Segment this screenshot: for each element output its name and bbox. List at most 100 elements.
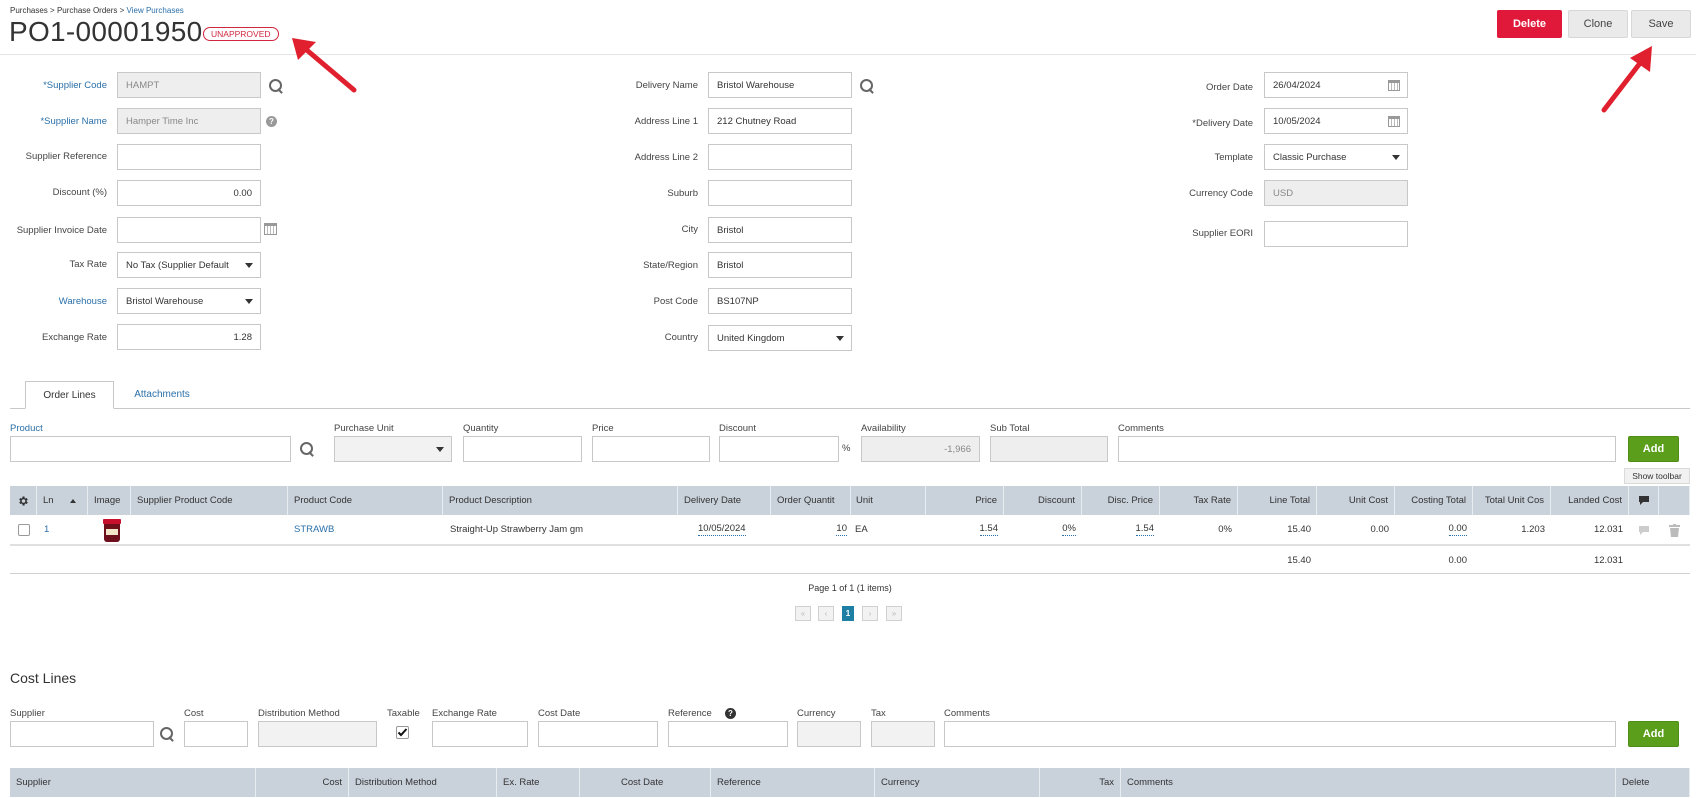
cost-col-cost-date[interactable]: Cost Date: [580, 768, 711, 797]
row-delete-icon[interactable]: [1669, 524, 1680, 540]
col-header-image[interactable]: Image: [88, 486, 131, 515]
address-line-1-field[interactable]: 212 Chutney Road: [708, 108, 852, 134]
col-header-line-total[interactable]: Line Total: [1238, 486, 1317, 515]
state-region-field[interactable]: Bristol: [708, 252, 852, 278]
row-discount[interactable]: 0%: [1004, 515, 1076, 544]
col-header-tax-rate[interactable]: Tax Rate: [1160, 486, 1238, 515]
row-price[interactable]: 1.54: [926, 515, 998, 544]
search-icon[interactable]: [860, 79, 875, 94]
pager-next-button[interactable]: ›: [862, 606, 878, 621]
breadcrumb-purchase-orders[interactable]: Purchase Orders: [57, 6, 117, 15]
template-select[interactable]: Classic Purchase: [1264, 144, 1408, 170]
row-costing-total[interactable]: 0.00: [1395, 515, 1467, 544]
pager-prev-button[interactable]: ‹: [818, 606, 834, 621]
product-thumbnail[interactable]: [100, 518, 124, 543]
taxable-checkbox[interactable]: [396, 726, 409, 739]
calendar-icon[interactable]: [1388, 116, 1400, 127]
city-field[interactable]: Bristol: [708, 217, 852, 243]
search-icon[interactable]: [269, 79, 284, 94]
disc-price-edit[interactable]: 1.54: [1135, 523, 1154, 536]
calendar-icon[interactable]: [264, 223, 277, 235]
cost-col-reference[interactable]: Reference: [711, 768, 875, 797]
suburb-field[interactable]: [708, 180, 852, 206]
row-delivery-date[interactable]: 10/05/2024: [698, 515, 778, 544]
row-select-checkbox[interactable]: [18, 524, 30, 536]
discount-edit[interactable]: 0%: [1062, 523, 1076, 536]
order-date-field[interactable]: 26/04/2024: [1264, 72, 1408, 98]
col-header-discount[interactable]: Discount: [1004, 486, 1082, 515]
col-header-ln[interactable]: Ln: [37, 486, 88, 515]
cost-comments-input[interactable]: [944, 721, 1616, 747]
order-quantity-edit[interactable]: 10: [836, 523, 847, 536]
cost-col-cost[interactable]: Cost: [256, 768, 349, 797]
post-code-field[interactable]: BS107NP: [708, 288, 852, 314]
discount-field[interactable]: 0.00: [117, 180, 261, 206]
col-header-costing-total[interactable]: Costing Total: [1395, 486, 1473, 515]
save-button[interactable]: Save: [1631, 10, 1691, 38]
country-select[interactable]: United Kingdom: [708, 325, 852, 351]
help-icon[interactable]: ?: [266, 116, 277, 127]
col-header-landed-cost[interactable]: Landed Cost: [1551, 486, 1629, 515]
row-order-quantity[interactable]: 10: [771, 515, 847, 544]
col-header-product-code[interactable]: Product Code: [288, 486, 443, 515]
col-header-order-quantity[interactable]: Order Quantit: [771, 486, 851, 515]
discount-input[interactable]: [719, 436, 839, 462]
supplier-reference-field[interactable]: [117, 144, 261, 170]
row-product-code[interactable]: STRAWB: [294, 515, 434, 544]
search-icon[interactable]: [300, 442, 315, 457]
pager-first-button[interactable]: «: [795, 606, 811, 621]
breadcrumb-view-purchases[interactable]: View Purchases: [127, 6, 184, 15]
pager-page-button[interactable]: 1: [842, 606, 854, 621]
delete-button[interactable]: Delete: [1497, 10, 1562, 38]
supplier-code-field[interactable]: HAMPT: [117, 72, 261, 98]
price-edit[interactable]: 1.54: [979, 523, 998, 536]
supplier-name-field[interactable]: Hamper Time Inc: [117, 108, 261, 134]
cost-col-distribution-method[interactable]: Distribution Method: [349, 768, 497, 797]
clone-button[interactable]: Clone: [1568, 10, 1628, 38]
cost-col-ex-rate[interactable]: Ex. Rate: [497, 768, 580, 797]
tab-attachments[interactable]: Attachments: [120, 380, 204, 408]
col-header-disc-price[interactable]: Disc. Price: [1082, 486, 1160, 515]
cost-col-supplier[interactable]: Supplier: [10, 768, 256, 797]
calendar-icon[interactable]: [1388, 80, 1400, 91]
cost-input[interactable]: [184, 721, 248, 747]
col-header-unit[interactable]: Unit: [851, 486, 926, 515]
distribution-method-select[interactable]: [258, 721, 377, 747]
col-header-unit-cost[interactable]: Unit Cost: [1317, 486, 1395, 515]
supplier-invoice-date-field[interactable]: [117, 217, 261, 243]
col-header-supplier-product-code[interactable]: Supplier Product Code: [131, 486, 288, 515]
col-header-price[interactable]: Price: [926, 486, 1004, 515]
costing-total-edit[interactable]: 0.00: [1448, 523, 1467, 536]
delivery-date-edit[interactable]: 10/05/2024: [698, 523, 746, 536]
row-comment-icon[interactable]: [1638, 525, 1650, 539]
breadcrumb-purchases[interactable]: Purchases: [10, 6, 48, 15]
supplier-eori-field[interactable]: [1264, 221, 1408, 247]
row-disc-price[interactable]: 1.54: [1082, 515, 1154, 544]
pager-last-button[interactable]: »: [886, 606, 902, 621]
delivery-name-field[interactable]: Bristol Warehouse: [708, 72, 852, 98]
purchase-unit-select[interactable]: [334, 436, 452, 462]
help-icon[interactable]: ?: [725, 708, 736, 719]
add-order-line-button[interactable]: Add: [1628, 436, 1679, 462]
cost-col-comments[interactable]: Comments: [1121, 768, 1616, 797]
search-icon[interactable]: [160, 727, 175, 742]
price-input[interactable]: [592, 436, 710, 462]
delivery-date-field[interactable]: 10/05/2024: [1264, 108, 1408, 134]
reference-input[interactable]: [668, 721, 788, 747]
col-header-delivery-date[interactable]: Delivery Date: [678, 486, 771, 515]
add-cost-line-button[interactable]: Add: [1628, 721, 1679, 747]
tab-order-lines[interactable]: Order Lines: [25, 381, 114, 409]
product-input[interactable]: [10, 436, 291, 462]
cost-date-input[interactable]: [538, 721, 658, 747]
quantity-input[interactable]: [463, 436, 582, 462]
cost-col-tax[interactable]: Tax: [1040, 768, 1121, 797]
comments-input[interactable]: [1118, 436, 1616, 462]
cost-exchange-rate-input[interactable]: [432, 721, 528, 747]
exchange-rate-field[interactable]: 1.28: [117, 324, 261, 350]
col-header-product-description[interactable]: Product Description: [443, 486, 678, 515]
warehouse-select[interactable]: Bristol Warehouse: [117, 288, 261, 314]
grid-settings-gear-icon[interactable]: [10, 486, 37, 515]
address-line-2-field[interactable]: [708, 144, 852, 170]
product-code-link[interactable]: STRAWB: [294, 524, 334, 535]
tax-rate-select[interactable]: No Tax (Supplier Default: [117, 252, 261, 278]
